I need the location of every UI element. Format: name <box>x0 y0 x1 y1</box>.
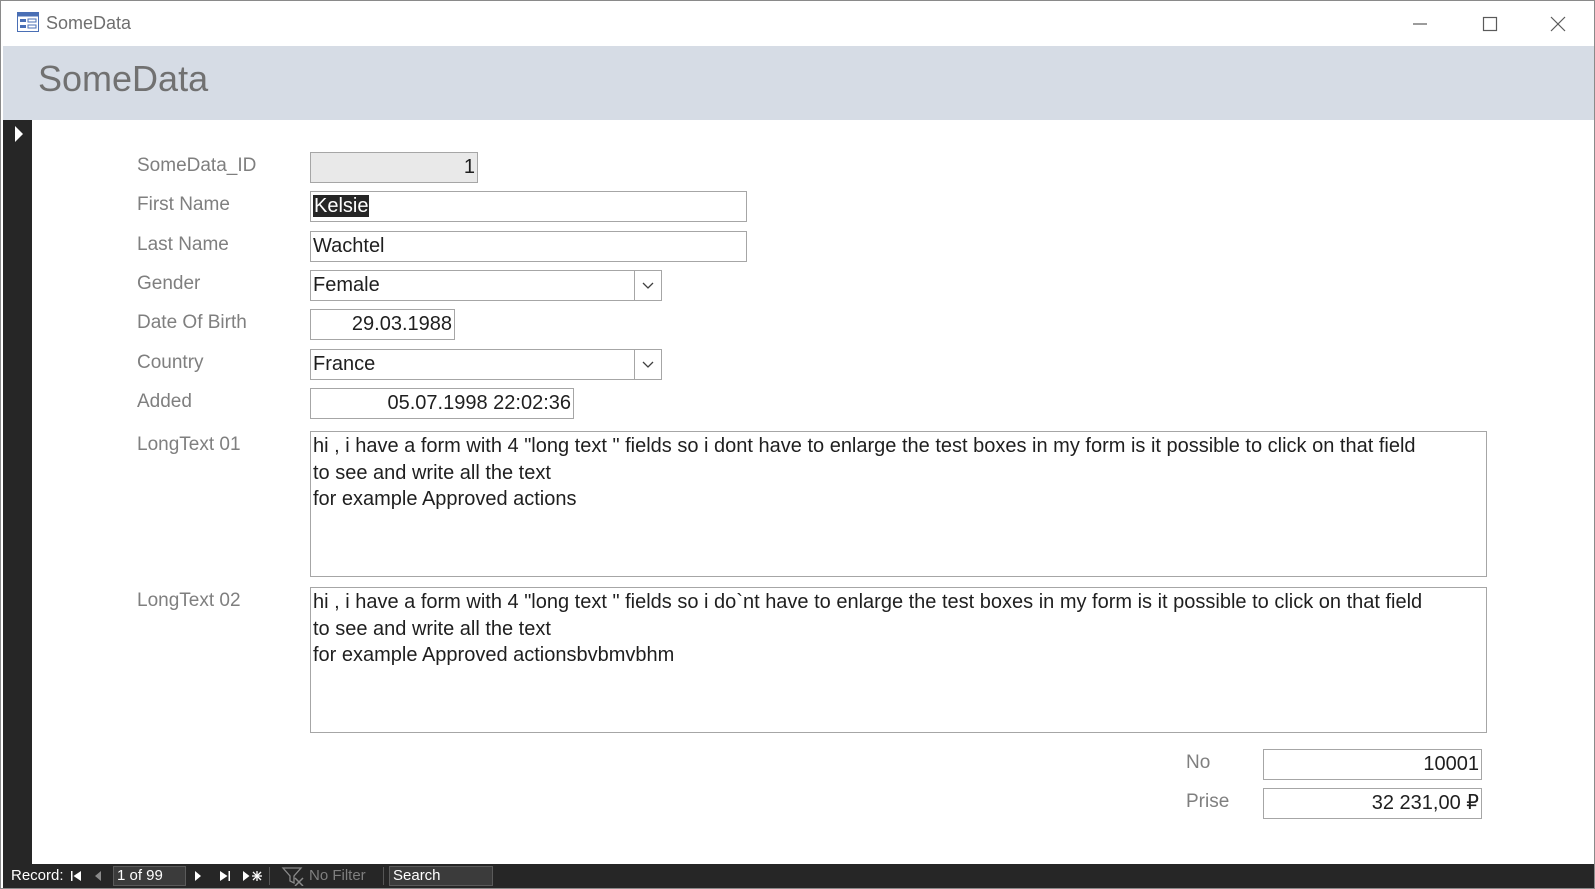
someData-id-label: SomeData_ID <box>137 155 257 176</box>
title-bar: SomeData <box>1 1 1594 46</box>
filter-status-label: No Filter <box>309 867 366 884</box>
nav-separator <box>383 867 384 885</box>
maximize-button[interactable] <box>1467 7 1513 41</box>
first-record-button[interactable] <box>67 864 85 888</box>
country-combobox[interactable]: France <box>310 349 662 380</box>
next-record-icon <box>195 871 201 881</box>
country-label: Country <box>137 352 204 373</box>
added-field[interactable]: 05.07.1998 22:02:36 <box>310 388 574 419</box>
gender-dropdown-button[interactable] <box>634 271 661 300</box>
date-of-birth-field[interactable]: 29.03.1988 <box>310 309 455 340</box>
minimize-icon <box>1413 23 1427 25</box>
nav-separator <box>269 867 270 885</box>
minimize-button[interactable] <box>1397 7 1443 41</box>
first-name-value: Kelsie <box>313 195 370 217</box>
first-name-field[interactable]: Kelsie <box>310 191 747 222</box>
date-of-birth-label: Date Of Birth <box>137 312 247 333</box>
record-navigation-bar: Record: 1 of 99 No Filter Search <box>3 864 1594 888</box>
no-field[interactable]: 10001 <box>1263 749 1482 780</box>
chevron-down-icon <box>642 361 654 368</box>
no-label: No <box>1186 752 1211 773</box>
filter-toggle-button[interactable] <box>279 864 307 888</box>
last-record-icon <box>220 871 230 881</box>
country-value: France <box>313 353 376 375</box>
previous-record-icon <box>95 871 101 881</box>
gender-value: Female <box>313 274 380 296</box>
longtext-01-field[interactable]: hi , i have a form with 4 "long text " f… <box>310 431 1487 577</box>
last-name-field[interactable]: Wachtel <box>310 231 747 262</box>
next-record-button[interactable] <box>189 864 207 888</box>
last-name-label: Last Name <box>137 234 229 255</box>
record-label: Record: <box>11 867 64 884</box>
access-form-window: SomeData SomeData SomeData_ID 1 First Na… <box>0 0 1595 889</box>
current-record-input[interactable]: 1 of 99 <box>113 866 186 886</box>
country-dropdown-button[interactable] <box>634 350 661 379</box>
new-record-icon <box>243 871 262 881</box>
last-record-button[interactable] <box>216 864 234 888</box>
window-title: SomeData <box>46 13 132 33</box>
prise-field[interactable]: 32 231,00 ₽ <box>1263 788 1482 819</box>
record-selector[interactable] <box>3 120 32 864</box>
form-title: SomeData <box>38 58 209 99</box>
first-name-label: First Name <box>137 194 230 215</box>
chevron-down-icon <box>642 282 654 289</box>
someData-id-field[interactable]: 1 <box>310 152 478 183</box>
close-button[interactable] <box>1535 7 1581 41</box>
current-record-arrow-icon <box>15 126 23 142</box>
maximize-icon <box>1482 16 1498 32</box>
gender-combobox[interactable]: Female <box>310 270 662 301</box>
form-icon <box>17 12 39 32</box>
first-record-icon <box>71 871 81 881</box>
new-record-button[interactable] <box>241 864 263 888</box>
filter-icon <box>281 867 304 886</box>
form-header: SomeData <box>3 46 1594 120</box>
close-icon <box>1550 16 1566 32</box>
gender-label: Gender <box>137 273 201 294</box>
previous-record-button[interactable] <box>89 864 107 888</box>
longtext-02-label: LongText 02 <box>137 590 241 611</box>
longtext-02-field[interactable]: hi , i have a form with 4 "long text " f… <box>310 587 1487 733</box>
search-input[interactable]: Search <box>389 866 493 886</box>
longtext-01-label: LongText 01 <box>137 434 241 455</box>
added-label: Added <box>137 391 192 412</box>
prise-label: Prise <box>1186 791 1230 812</box>
